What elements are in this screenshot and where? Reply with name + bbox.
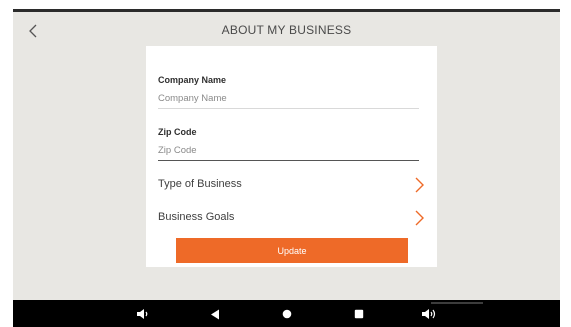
company-name-label: Company Name — [158, 75, 227, 85]
status-bar-edge — [13, 9, 560, 12]
zip-code-label: Zip Code — [158, 127, 197, 137]
back-triangle-icon — [211, 309, 219, 319]
business-form-card: Company Name Zip Code Type of Business B… — [146, 46, 437, 267]
system-nav-bar — [13, 300, 560, 327]
type-of-business-row[interactable]: Type of Business — [146, 173, 437, 197]
home-circle-icon — [282, 309, 292, 319]
volume-down-icon — [137, 309, 148, 319]
recents-square-icon — [354, 309, 364, 319]
app-screen: ABOUT MY BUSINESS Company Name Zip Code … — [13, 9, 560, 327]
nav-back-button[interactable] — [207, 306, 223, 322]
chevron-right-icon — [415, 210, 424, 226]
volume-up-icon — [422, 309, 436, 319]
update-button[interactable]: Update — [176, 238, 408, 263]
business-goals-row[interactable]: Business Goals — [146, 206, 437, 230]
nav-indicator — [431, 302, 483, 304]
zip-code-underline — [158, 160, 419, 161]
volume-down-button[interactable] — [135, 306, 151, 322]
type-of-business-label: Type of Business — [158, 178, 242, 190]
nav-recents-button[interactable] — [351, 306, 367, 322]
page-title: ABOUT MY BUSINESS — [221, 23, 352, 37]
zip-code-input[interactable] — [158, 142, 418, 158]
company-name-underline — [158, 108, 419, 109]
company-name-input[interactable] — [158, 90, 418, 106]
nav-home-button[interactable] — [279, 306, 295, 322]
business-goals-label: Business Goals — [158, 211, 235, 223]
chevron-right-icon — [415, 177, 424, 193]
volume-up-button[interactable] — [421, 306, 437, 322]
